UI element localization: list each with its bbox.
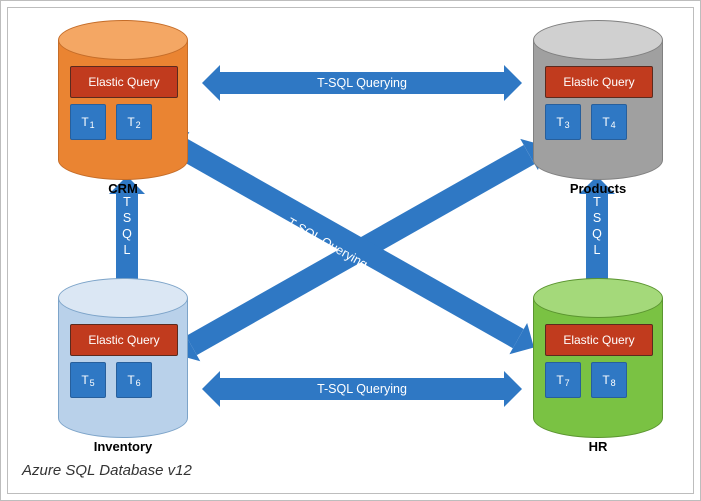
arrow-label: TSQL [586,194,608,258]
tables: T5 T6 [70,362,152,398]
database-label: CRM [58,181,188,196]
table-t2: T2 [116,104,152,140]
table-t8: T8 [591,362,627,398]
table-t4: T4 [591,104,627,140]
table-t7: T7 [545,362,581,398]
arrow-label: T-SQL Querying [220,72,504,94]
database-label: HR [533,439,663,454]
database-hr: Elastic Query T7 T8 HR [533,298,663,418]
diagram-canvas: T-SQL Querying T-SQL Querying TSQL TSQL … [7,7,694,494]
elastic-query-badge: Elastic Query [70,324,178,356]
arrow-products-hr: TSQL [586,194,608,280]
tables: T3 T4 [545,104,627,140]
table-t3: T3 [545,104,581,140]
database-products: Elastic Query T3 T4 Products [533,40,663,160]
arrow-crm-inventory: TSQL [116,194,138,280]
arrow-label: TSQL [116,194,138,258]
elastic-query-badge: Elastic Query [70,66,178,98]
arrow-crm-products: T-SQL Querying [220,72,504,94]
diagram-caption: Azure SQL Database v12 [22,462,192,479]
table-t1: T1 [70,104,106,140]
elastic-query-badge: Elastic Query [545,324,653,356]
tables: T7 T8 [545,362,627,398]
tables: T1 T2 [70,104,152,140]
elastic-query-badge: Elastic Query [545,66,653,98]
table-t5: T5 [70,362,106,398]
arrow-inventory-hr: T-SQL Querying [220,378,504,400]
database-crm: Elastic Query T1 T2 CRM [58,40,188,160]
table-t6: T6 [116,362,152,398]
database-inventory: Elastic Query T5 T6 Inventory [58,298,188,418]
arrow-label: T-SQL Querying [220,378,504,400]
diagram-frame: T-SQL Querying T-SQL Querying TSQL TSQL … [0,0,701,501]
database-label: Inventory [58,439,188,454]
database-label: Products [533,181,663,196]
